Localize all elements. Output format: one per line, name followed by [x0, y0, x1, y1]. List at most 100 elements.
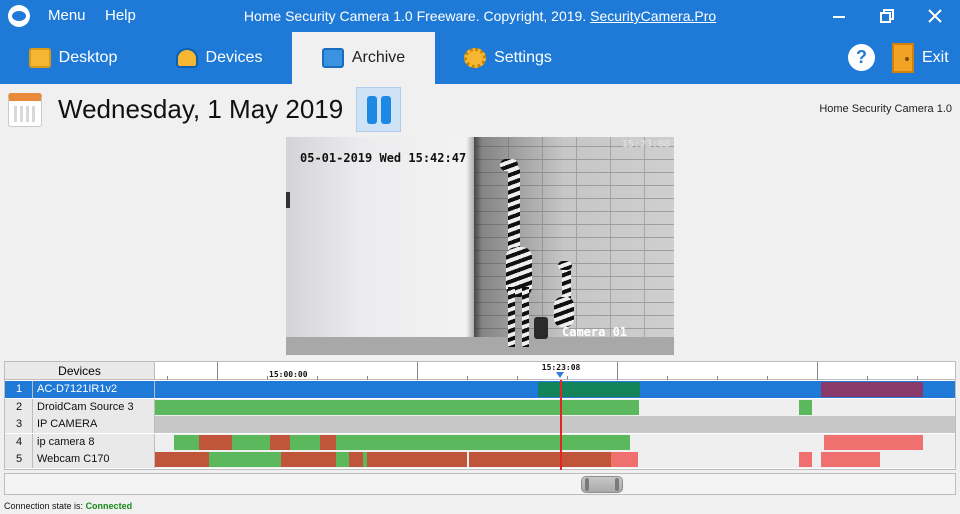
recording-segment[interactable] — [862, 434, 923, 450]
video-timestamp: 05-01-2019 Wed 15:42:47 — [300, 151, 467, 165]
recording-segment[interactable] — [155, 452, 210, 467]
recording-segment[interactable] — [469, 452, 611, 467]
close-icon — [928, 9, 942, 23]
ruler-tick-label: 15:00:00 — [269, 370, 308, 379]
recording-segment[interactable] — [823, 434, 863, 450]
archive-icon — [321, 48, 344, 68]
video-wall-clip — [286, 192, 290, 208]
tab-settings-label: Settings — [494, 49, 552, 66]
recording-segment[interactable] — [799, 399, 812, 415]
timeline-scrollbar[interactable] — [4, 473, 956, 495]
device-track[interactable] — [155, 433, 955, 451]
cursor-marker-icon[interactable] — [555, 372, 564, 378]
exit-button[interactable]: Exit — [892, 42, 949, 74]
app-logo-icon — [8, 5, 30, 27]
pause-icon — [366, 95, 377, 124]
device-row[interactable]: 1 AC-D7121IR1v2 — [5, 381, 955, 398]
zebra-head — [500, 159, 518, 171]
tab-archive-label: Archive — [351, 49, 406, 66]
video-corner-shadow — [466, 137, 482, 355]
recording-segment[interactable] — [281, 452, 336, 467]
ruler-tick — [817, 362, 818, 380]
help-menu-button[interactable]: Help — [105, 7, 136, 24]
ruler-tick — [767, 376, 768, 380]
ruler-tick — [167, 376, 168, 380]
exit-label: Exit — [922, 49, 949, 66]
status-bar: Connection state is: Connected — [0, 498, 960, 514]
ruler-tick — [417, 362, 418, 380]
tab-devices-label: Devices — [205, 49, 263, 66]
tab-desktop[interactable]: Desktop — [0, 32, 146, 84]
recording-segment[interactable] — [349, 452, 363, 467]
recording-segment[interactable] — [155, 399, 639, 415]
ruler-tick — [867, 376, 868, 380]
device-name: IP CAMERA — [33, 416, 155, 433]
video-wall-left — [286, 137, 474, 355]
app-version: Home Security Camera 1.0 — [819, 103, 952, 115]
recording-segment[interactable] — [821, 382, 923, 397]
recording-segment[interactable] — [209, 452, 282, 467]
devices-column-header: Devices — [5, 362, 155, 380]
tab-settings[interactable]: Settings — [435, 32, 581, 84]
zebra-leg — [522, 287, 529, 347]
recording-segment[interactable] — [290, 434, 320, 450]
zebra-figure — [508, 165, 520, 257]
ruler-tick — [467, 376, 468, 380]
video-bottle — [534, 317, 548, 339]
recording-segment[interactable] — [174, 434, 199, 450]
calendar-icon[interactable] — [8, 93, 42, 127]
device-row[interactable]: 4 ip camera 8 — [5, 433, 955, 451]
ruler-tick — [617, 362, 618, 380]
tab-devices[interactable]: Devices — [146, 32, 292, 84]
recording-segment[interactable] — [367, 452, 467, 467]
ruler-tick — [317, 376, 318, 380]
device-row-number: 3 — [5, 416, 33, 433]
timeline-panel: Devices 15:00:00 15:23:08 1 AC-D7121IR1v2… — [4, 361, 956, 470]
device-track[interactable] — [155, 381, 955, 398]
recording-segment[interactable] — [199, 434, 232, 450]
tab-archive[interactable]: Archive — [292, 32, 435, 84]
video-player[interactable]: 05-01-2019 Wed 15:42:47 15:23:08 Camera … — [286, 137, 674, 355]
timeline-ruler[interactable]: 15:00:00 15:23:08 — [155, 362, 955, 380]
zebra-leg — [508, 287, 515, 347]
help-button[interactable]: ? — [848, 44, 875, 71]
recording-segment[interactable] — [319, 434, 336, 450]
device-row[interactable]: 3 IP CAMERA — [5, 416, 955, 433]
video-overlay-time: 15:23:08 — [621, 139, 670, 150]
device-row-number: 5 — [5, 451, 33, 468]
menu-button[interactable]: Menu — [48, 7, 86, 24]
recording-segment[interactable] — [538, 382, 640, 397]
website-link[interactable]: SecurityCamera.Pro — [590, 8, 716, 24]
recording-segment[interactable] — [335, 452, 350, 467]
devices-icon — [175, 48, 198, 68]
scrollbar-thumb[interactable] — [581, 476, 623, 493]
device-track[interactable] — [155, 416, 955, 433]
tab-desktop-label: Desktop — [58, 49, 118, 66]
window-title-text: Home Security Camera 1.0 Freeware. Copyr… — [243, 8, 587, 24]
device-name: DroidCam Source 3 — [33, 398, 155, 416]
device-row[interactable]: 5 Webcam C170 — [5, 451, 955, 468]
ruler-tick — [717, 376, 718, 380]
recording-segment[interactable] — [231, 434, 271, 450]
connection-label: Connection state is: — [4, 501, 84, 511]
recording-segment[interactable] — [335, 434, 631, 450]
pause-button[interactable] — [356, 87, 401, 132]
timeline-header: Devices 15:00:00 15:23:08 — [5, 362, 955, 380]
restore-button[interactable] — [872, 4, 902, 28]
close-button[interactable] — [920, 4, 950, 28]
recording-segment[interactable] — [611, 452, 639, 467]
device-track[interactable] — [155, 451, 955, 468]
minimize-button[interactable] — [824, 4, 854, 28]
ruler-tick — [217, 362, 218, 380]
playhead[interactable] — [559, 380, 562, 470]
recording-segment[interactable] — [270, 434, 291, 450]
pause-icon-bar — [380, 95, 391, 124]
ruler-tick — [917, 376, 918, 380]
recording-segment[interactable] — [821, 452, 880, 467]
device-row[interactable]: 2 DroidCam Source 3 — [5, 398, 955, 416]
ruler-tick — [567, 376, 568, 380]
recording-segment[interactable] — [799, 452, 812, 467]
device-track[interactable] — [155, 398, 955, 416]
ruler-tick — [367, 376, 368, 380]
ruler-tick — [517, 376, 518, 380]
